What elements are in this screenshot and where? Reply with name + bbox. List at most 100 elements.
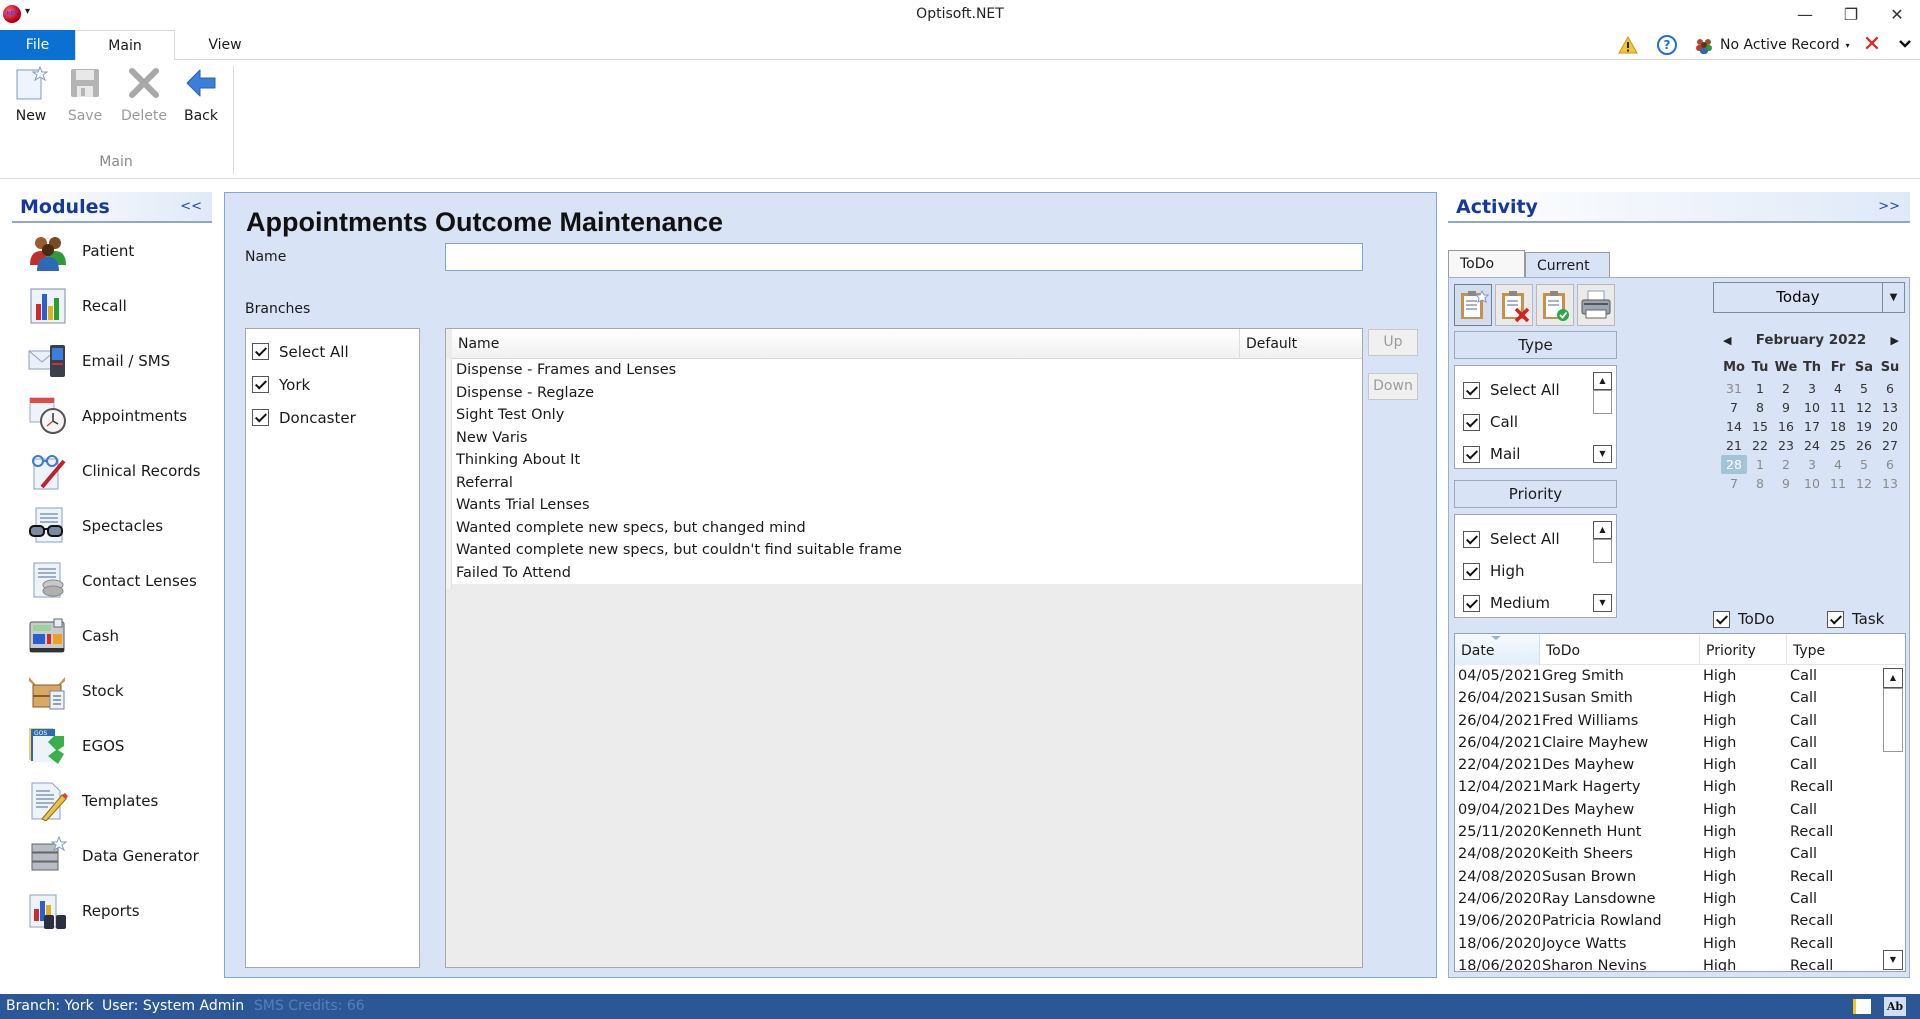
table-row[interactable]: 04/05/2021 Greg Smith High Call	[1455, 665, 1905, 687]
restore-button[interactable]: ❐	[1828, 2, 1874, 28]
next-month-icon[interactable]: ▶	[1891, 334, 1899, 347]
priority-high[interactable]: High	[1455, 555, 1616, 587]
column-header-default[interactable]: Default	[1240, 329, 1362, 359]
table-row[interactable]: Referral	[452, 472, 1362, 495]
calendar-day[interactable]: 9	[1773, 398, 1799, 417]
tab-view[interactable]: View	[175, 30, 275, 60]
calendar-day[interactable]: 3	[1799, 455, 1825, 474]
show-task-option[interactable]: Task	[1827, 610, 1884, 628]
column-header-name[interactable]: Name	[452, 329, 1240, 359]
todo-scrollbar[interactable]: ▲ ▼	[1883, 668, 1903, 970]
priority-scrollbar[interactable]: ▲ ▼	[1593, 521, 1612, 612]
checkbox[interactable]	[1463, 562, 1480, 580]
show-todo-option[interactable]: ToDo	[1713, 610, 1775, 628]
module-item-cash[interactable]: Cash	[12, 608, 212, 663]
checkbox[interactable]	[1827, 610, 1844, 628]
calendar-day[interactable]: 22	[1747, 436, 1773, 455]
module-item-appointments[interactable]: Appointments	[12, 388, 212, 443]
tab-current[interactable]: Current	[1525, 252, 1610, 278]
calendar-day[interactable]: 19	[1851, 417, 1877, 436]
table-row[interactable]: Dispense - Reglaze	[452, 382, 1362, 405]
calendar-day[interactable]: 13	[1877, 474, 1903, 493]
module-item-recall[interactable]: Recall	[12, 278, 212, 333]
calendar-day[interactable]: 15	[1747, 417, 1773, 436]
table-row[interactable]: 19/06/2020 Patricia Rowland High Recall	[1455, 910, 1905, 932]
scroll-down-icon[interactable]: ▼	[1593, 445, 1612, 463]
checkbox[interactable]	[1463, 413, 1480, 431]
module-item-contact-lenses[interactable]: Contact Lenses	[12, 553, 212, 608]
scroll-up-icon[interactable]: ▲	[1883, 668, 1903, 688]
move-up-button[interactable]: Up	[1368, 329, 1418, 356]
expand-activity-icon[interactable]: >>	[1878, 199, 1900, 214]
column-header-date[interactable]: Date	[1455, 634, 1540, 665]
scroll-thumb[interactable]	[1593, 539, 1612, 563]
help-icon[interactable]: ?	[1657, 35, 1677, 55]
calendar-day[interactable]: 1	[1747, 379, 1773, 398]
branch-select-all[interactable]: Select All	[246, 335, 419, 368]
panel-toggle-icon[interactable]	[1853, 999, 1871, 1014]
module-item-data-generator[interactable]: Data Generator	[12, 828, 212, 883]
scroll-up-icon[interactable]: ▲	[1593, 521, 1612, 539]
table-row[interactable]: 09/04/2021 Des Mayhew High Call	[1455, 799, 1905, 821]
calendar-day[interactable]: 3	[1799, 379, 1825, 398]
text-size-icon[interactable]: Ab	[1884, 997, 1906, 1016]
calendar-day[interactable]: 2	[1773, 379, 1799, 398]
calendar-day[interactable]: 4	[1825, 379, 1851, 398]
column-header-type[interactable]: Type	[1787, 634, 1881, 665]
module-item-patient[interactable]: Patient	[12, 223, 212, 278]
table-row[interactable]: Wants Trial Lenses	[452, 494, 1362, 517]
calendar-day[interactable]: 14	[1721, 417, 1747, 436]
table-row[interactable]: 24/06/2020 Ray Lansdowne High Call	[1455, 888, 1905, 910]
scroll-down-icon[interactable]: ▼	[1883, 950, 1903, 970]
table-row[interactable]: 26/04/2021 Fred Williams High Call	[1455, 710, 1905, 732]
table-row[interactable]: 18/06/2020 Sharon Nevins High Recall	[1455, 955, 1905, 971]
calendar-day[interactable]: 2	[1773, 455, 1799, 474]
module-item-stock[interactable]: Stock	[12, 663, 212, 718]
prev-month-icon[interactable]: ◀	[1723, 334, 1731, 347]
calendar-day[interactable]: 13	[1877, 398, 1903, 417]
checkbox[interactable]	[252, 343, 269, 360]
table-row[interactable]: 26/04/2021 Susan Smith High Call	[1455, 687, 1905, 709]
calendar-day[interactable]: 8	[1747, 474, 1773, 493]
calendar-day[interactable]: 8	[1747, 398, 1773, 417]
table-row[interactable]: Wanted complete new specs, but couldn't …	[452, 539, 1362, 562]
collapse-ribbon-icon[interactable]	[1895, 34, 1915, 56]
calendar-day[interactable]: 1	[1747, 455, 1773, 474]
calendar-day[interactable]: 7	[1721, 474, 1747, 493]
calendar-day[interactable]: 10	[1799, 474, 1825, 493]
name-input[interactable]	[445, 243, 1363, 271]
calendar-day[interactable]: 16	[1773, 417, 1799, 436]
column-header-todo[interactable]: ToDo	[1540, 634, 1700, 665]
calendar-day[interactable]: 6	[1877, 455, 1903, 474]
table-row[interactable]: 26/04/2021 Claire Mayhew High Call	[1455, 732, 1905, 754]
module-item-clinical-records[interactable]: Clinical Records	[12, 443, 212, 498]
table-row[interactable]: 24/08/2020 Keith Sheers High Call	[1455, 843, 1905, 865]
table-row[interactable]: Failed To Attend	[452, 562, 1362, 585]
calendar-day[interactable]: 12	[1851, 474, 1877, 493]
table-row[interactable]: Thinking About It	[452, 449, 1362, 472]
calendar-day[interactable]: 21	[1721, 436, 1747, 455]
column-header-priority[interactable]: Priority	[1700, 634, 1787, 665]
priority-select-all[interactable]: Select All	[1455, 523, 1616, 555]
table-row[interactable]: Wanted complete new specs, but changed m…	[452, 517, 1362, 540]
table-row[interactable]: 22/04/2021 Des Mayhew High Call	[1455, 754, 1905, 776]
table-row[interactable]: 24/08/2020 Susan Brown High Recall	[1455, 866, 1905, 888]
complete-todo-button[interactable]	[1536, 284, 1574, 326]
close-record-icon[interactable]: ✕	[1862, 34, 1882, 56]
minimize-button[interactable]: —	[1782, 2, 1828, 28]
calendar-day[interactable]: 25	[1825, 436, 1851, 455]
priority-medium[interactable]: Medium	[1455, 587, 1616, 619]
tab-todo[interactable]: ToDo	[1448, 250, 1525, 279]
checkbox[interactable]	[1713, 610, 1730, 628]
table-row[interactable]: 25/11/2020 Kenneth Hunt High Recall	[1455, 821, 1905, 843]
print-button[interactable]	[1577, 284, 1615, 326]
calendar-day[interactable]: 23	[1773, 436, 1799, 455]
scroll-thumb[interactable]	[1883, 688, 1903, 752]
table-row[interactable]: 12/04/2021 Mark Hagerty High Recall	[1455, 776, 1905, 798]
close-window-button[interactable]: ✕	[1874, 2, 1920, 28]
delete-todo-button[interactable]	[1495, 284, 1533, 326]
scroll-up-icon[interactable]: ▲	[1593, 372, 1612, 390]
save-button[interactable]: Save	[60, 64, 110, 126]
module-item-egos[interactable]: GOS EGOS	[12, 718, 212, 773]
calendar-day-selected[interactable]: 28	[1721, 455, 1747, 474]
